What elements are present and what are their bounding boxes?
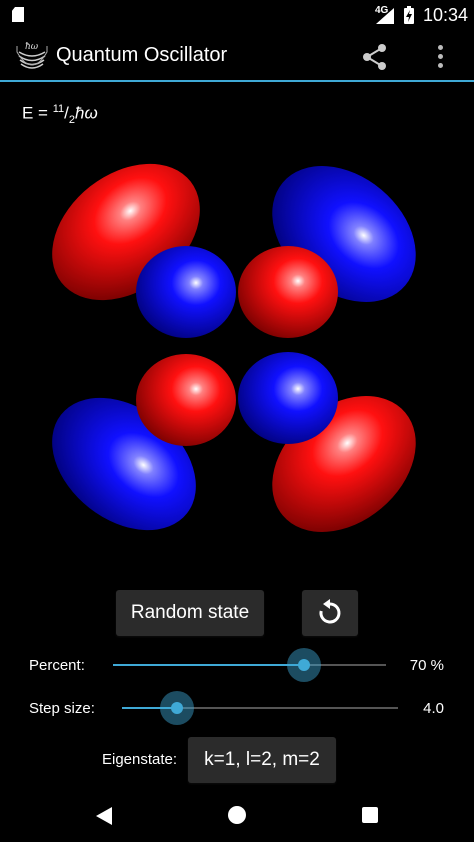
eigenstate-button[interactable]: k=1, l=2, m=2 bbox=[188, 737, 336, 783]
refresh-icon bbox=[319, 599, 341, 624]
step-size-value: 4.0 bbox=[423, 700, 444, 717]
home-icon[interactable] bbox=[228, 806, 246, 824]
recent-apps-icon[interactable] bbox=[362, 807, 378, 823]
app-title: Quantum Oscillator bbox=[56, 44, 228, 66]
energy-prefix: E = bbox=[22, 103, 53, 123]
step-size-label: Step size: bbox=[29, 700, 95, 717]
reset-button[interactable] bbox=[302, 590, 358, 636]
back-icon[interactable] bbox=[94, 806, 114, 826]
lobe-inner-bottom-right bbox=[238, 352, 338, 444]
percent-label: Percent: bbox=[29, 657, 85, 674]
orbital-visualization[interactable] bbox=[36, 150, 436, 550]
percent-slider-fill bbox=[113, 664, 305, 666]
lobe-inner-top-right bbox=[238, 246, 338, 338]
status-bar: 4G 10:34 bbox=[0, 0, 474, 30]
clock: 10:34 bbox=[423, 5, 469, 25]
eigenstate-label: Eigenstate: bbox=[102, 751, 178, 768]
percent-slider-track bbox=[113, 664, 386, 666]
lobe-inner-bottom-left bbox=[136, 354, 236, 446]
energy-readout: E = 11/2ħω bbox=[22, 103, 98, 126]
random-state-button[interactable]: Random state bbox=[116, 590, 264, 636]
energy-unit: ħω bbox=[75, 103, 98, 123]
share-icon[interactable] bbox=[358, 40, 392, 74]
percent-value: 70 % bbox=[409, 657, 444, 674]
sd-card-icon bbox=[12, 7, 24, 22]
step-slider-thumb[interactable] bbox=[160, 691, 195, 725]
percent-slider-thumb[interactable] bbox=[287, 648, 322, 682]
app-bar-divider bbox=[0, 80, 474, 82]
lobe-inner-top-left bbox=[136, 246, 236, 338]
energy-numerator: 11 bbox=[52, 103, 65, 115]
battery-charging-icon bbox=[404, 6, 414, 24]
signal-icon bbox=[376, 8, 394, 24]
overflow-menu-icon[interactable] bbox=[430, 40, 452, 74]
app-logo-text: ħω bbox=[25, 42, 39, 52]
app-logo-icon: ħω bbox=[16, 42, 48, 69]
